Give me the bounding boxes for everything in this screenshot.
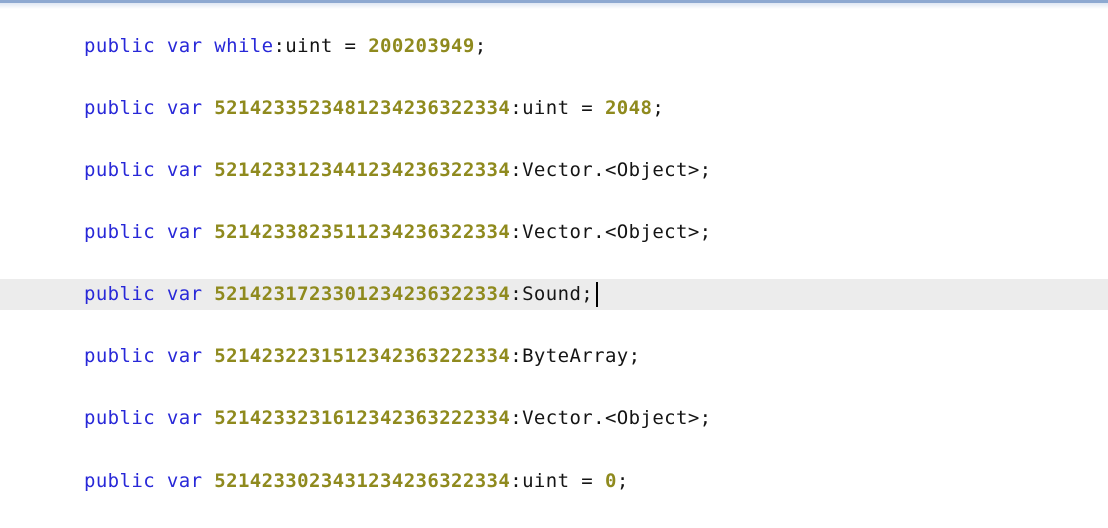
code-line-1[interactable]: public var while:uint = 200203949; (0, 31, 1108, 62)
numeric-literal: 2048 (604, 97, 653, 119)
line-terminator: ; (652, 97, 665, 119)
keyword-var: var (166, 221, 203, 243)
numeric-literal: 200203949 (368, 35, 475, 57)
keyword-public: public (84, 283, 156, 305)
type-annotation: :ByteArray; (510, 345, 641, 367)
type-annotation: :Vector.<Object>; (510, 221, 712, 243)
keyword-var: var (166, 407, 203, 429)
variable-name: 5214233023431234236322334 (214, 470, 511, 492)
type-annotation: :Vector.<Object>; (510, 159, 712, 181)
keyword-var: var (166, 97, 203, 119)
variable-name: while (214, 35, 274, 57)
code-line-4[interactable]: public var 5214233823511234236322334:Vec… (0, 217, 1108, 248)
keyword-public: public (84, 159, 156, 181)
variable-name: 5214233123441234236322334 (214, 159, 511, 181)
keyword-var: var (166, 470, 203, 492)
keyword-public: public (84, 221, 156, 243)
code-line-3[interactable]: public var 5214233123441234236322334:Vec… (0, 155, 1108, 186)
variable-name: 5214233231612342363222334 (214, 407, 511, 429)
keyword-public: public (84, 345, 156, 367)
keyword-var: var (166, 159, 203, 181)
keyword-public: public (84, 470, 156, 492)
variable-name: 5214232231512342363222334 (214, 345, 511, 367)
line-terminator: ; (616, 470, 629, 492)
code-line-8[interactable]: public var 5214233023431234236322334:uin… (0, 466, 1108, 497)
editor-top-shadow (0, 3, 1108, 9)
keyword-var: var (166, 345, 203, 367)
numeric-literal: 0 (604, 470, 617, 492)
variable-name: 5214233823511234236322334 (214, 221, 511, 243)
line-terminator: ; (474, 35, 487, 57)
code-line-5-current[interactable]: public var 5214231723301234236322334:Sou… (0, 279, 1108, 310)
type-annotation: :uint = (273, 35, 369, 57)
variable-name: 5214233523481234236322334 (214, 97, 511, 119)
code-editor[interactable]: public var while:uint = 200203949; publi… (0, 0, 1108, 528)
variable-name: 5214231723301234236322334 (214, 283, 511, 305)
code-line-2[interactable]: public var 5214233523481234236322334:uin… (0, 93, 1108, 124)
code-line-7[interactable]: public var 5214233231612342363222334:Vec… (0, 403, 1108, 434)
keyword-public: public (84, 35, 156, 57)
keyword-var: var (166, 35, 203, 57)
text-caret (596, 282, 599, 307)
code-line-6[interactable]: public var 5214232231512342363222334:Byt… (0, 341, 1108, 372)
type-annotation: :uint = (510, 97, 605, 119)
type-annotation: :Sound; (510, 283, 594, 305)
type-annotation: :uint = (510, 470, 605, 492)
keyword-var: var (166, 283, 203, 305)
keyword-public: public (84, 407, 156, 429)
type-annotation: :Vector.<Object>; (510, 407, 712, 429)
keyword-public: public (84, 97, 156, 119)
